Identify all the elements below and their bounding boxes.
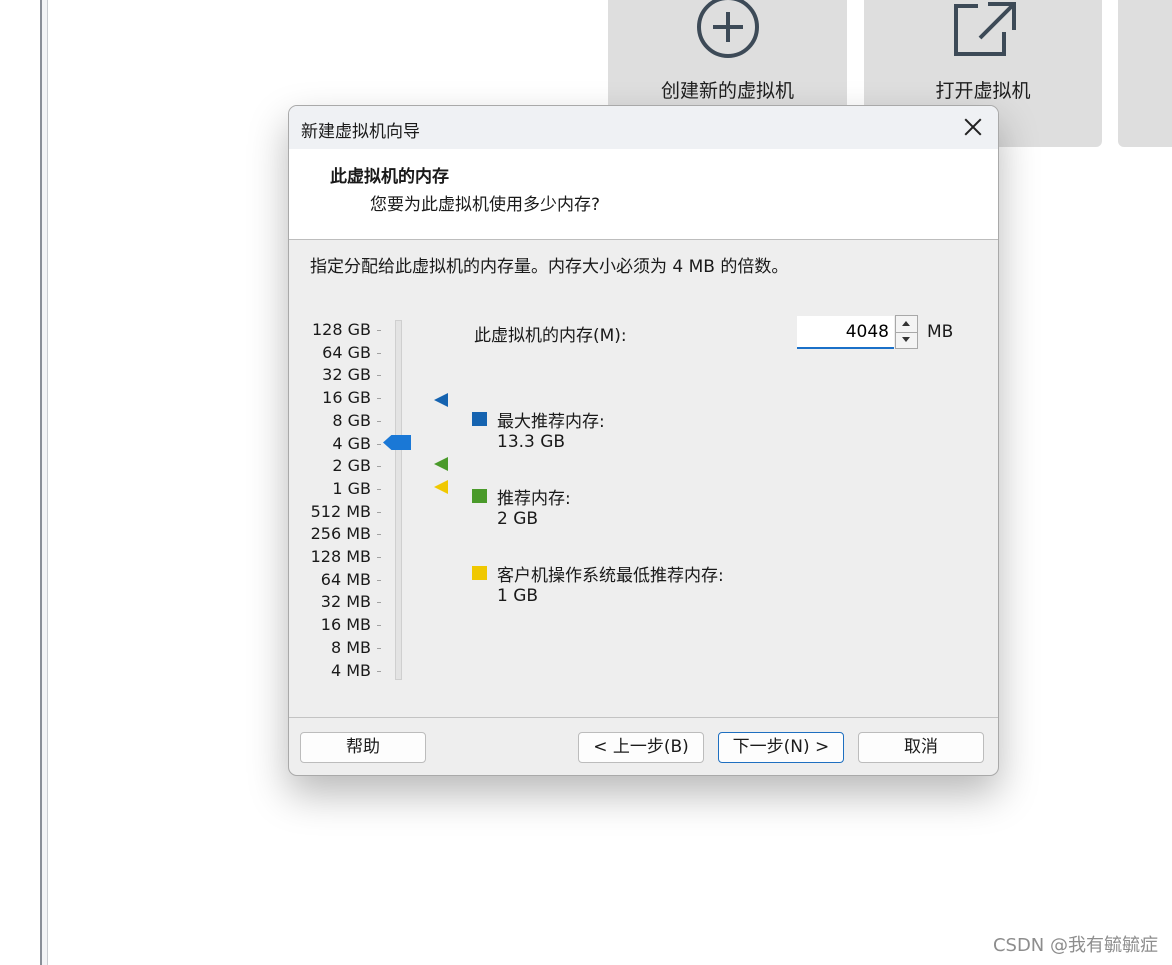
recommended-color-square [472,489,487,503]
help-button[interactable]: 帮助 [300,732,426,763]
memory-spinner [895,315,918,349]
scale-tick [377,466,381,468]
create-vm-label: 创建新的虚拟机 [660,80,794,102]
scale-tick [377,534,381,536]
scale-label: 16 MB [320,615,371,635]
scale-label: 16 GB [322,388,371,408]
max-recommended-color-square [472,412,487,426]
footer-divider [289,717,998,718]
min-recommended-label: 客户机操作系统最低推荐内存: [497,566,724,586]
scale-tick [377,352,381,354]
memory-slider-thumb[interactable] [383,435,411,450]
scale-label: 2 GB [332,456,371,476]
scale-label: 4 GB [332,433,371,453]
scale-tick [377,375,381,377]
page-title: 此虚拟机的内存 [330,167,449,187]
scale-label: 64 GB [322,342,371,362]
open-external-icon [948,0,1018,64]
scale-label: 32 MB [320,592,371,612]
scale-label: 512 MB [310,501,371,521]
scale-tick [377,602,381,604]
scale-label: 32 GB [322,365,371,385]
open-vm-label: 打开虚拟机 [935,80,1031,102]
min-recommended-color-square [472,566,487,580]
back-button[interactable]: < 上一步(B) [578,732,704,763]
scale-tick [377,330,381,331]
max-recommended-marker [434,393,448,407]
max-recommended-value: 13.3 GB [497,432,566,452]
scale-tick [377,488,381,490]
scale-label: 128 MB [310,547,371,566]
cancel-button[interactable]: 取消 [858,732,984,763]
watermark: CSDN @我有毓毓症 [992,935,1158,956]
memory-input[interactable] [797,316,889,347]
spin-up-icon[interactable] [896,316,917,333]
memory-unit: MB [927,322,954,342]
max-recommended-label: 最大推荐内存: [497,412,605,432]
dialog-title: 新建虚拟机向导 [301,122,420,142]
plus-circle-icon [693,0,763,64]
min-recommended-marker [434,480,448,494]
wizard-header: 此虚拟机的内存 您要为此虚拟机使用多少内存? [289,149,998,240]
scale-label: 256 MB [310,524,371,544]
scale-tick [377,670,381,672]
page-subtitle: 您要为此虚拟机使用多少内存? [370,195,601,215]
memory-slider-track[interactable] [395,320,402,680]
scale-tick [377,647,381,649]
next-button[interactable]: 下一步(N) > [718,732,844,763]
third-tile[interactable] [1118,0,1172,147]
scale-tick [377,557,381,558]
min-recommended-value: 1 GB [497,586,539,606]
scale-label: 8 GB [332,410,371,430]
scale-label: 128 GB [312,320,371,339]
new-vm-wizard-dialog: 新建虚拟机向导 此虚拟机的内存 您要为此虚拟机使用多少内存? 指定分配给此虚拟机… [288,105,999,776]
scale-label: 64 MB [320,569,371,589]
scale-tick [377,625,381,627]
memory-input-box [797,316,894,349]
recommended-marker [434,457,448,471]
recommended-label: 推荐内存: [497,489,571,509]
scale-tick [377,511,381,513]
scale-label: 1 GB [332,478,371,498]
close-icon[interactable] [960,114,986,140]
description-text: 指定分配给此虚拟机的内存量。内存大小必须为 4 MB 的倍数。 [310,257,789,277]
scale-label: 8 MB [330,637,371,657]
memory-label: 此虚拟机的内存(M): [474,326,627,346]
scale-label: 4 MB [330,660,371,680]
spin-down-icon[interactable] [896,332,917,348]
scale-tick [377,398,381,400]
left-panel-border [40,0,48,965]
scale-tick [377,579,381,581]
scale-tick [377,443,381,445]
dialog-titlebar[interactable]: 新建虚拟机向导 [289,106,998,149]
recommended-value: 2 GB [497,509,539,529]
scale-tick [377,420,381,422]
